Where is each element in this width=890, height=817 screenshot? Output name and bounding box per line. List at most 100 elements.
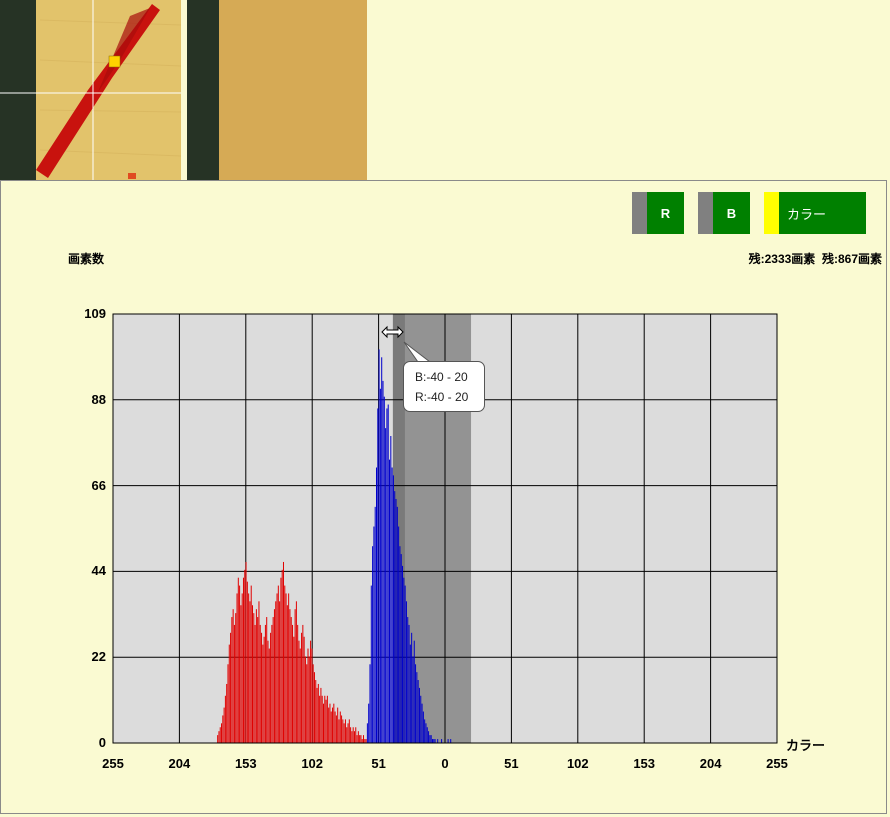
blue-histogram-bar — [426, 727, 428, 743]
red-histogram-bar — [282, 561, 284, 743]
blue-histogram-bar — [441, 739, 443, 743]
blue-histogram-bar — [402, 565, 404, 743]
red-histogram-bar — [280, 577, 282, 743]
red-histogram-bar — [297, 624, 299, 743]
x-tick-label: 51 — [504, 756, 519, 771]
red-histogram-bar — [363, 735, 365, 743]
red-histogram-bar — [333, 703, 335, 743]
red-histogram-bar — [261, 632, 263, 743]
x-tick-label: 153 — [633, 756, 656, 771]
y-tick-label: 44 — [91, 563, 106, 579]
blue-histogram-bar — [396, 506, 398, 743]
red-histogram-bar — [322, 703, 324, 743]
blue-histogram-bar — [421, 703, 423, 743]
blue-histogram-bar — [424, 719, 426, 743]
red-histogram-bar — [325, 699, 327, 743]
red-histogram-bar — [319, 695, 321, 743]
red-histogram-bar — [230, 632, 232, 743]
red-histogram-bar — [248, 593, 250, 743]
red-histogram-bar — [310, 640, 312, 743]
red-histogram-bar — [286, 605, 288, 743]
x-tick-label: 51 — [371, 756, 386, 771]
blue-histogram-bar — [403, 577, 405, 743]
red-histogram-bar — [344, 719, 346, 743]
red-histogram-bar — [223, 707, 225, 743]
red-histogram-bar — [355, 727, 357, 743]
blue-histogram-bar — [395, 498, 397, 743]
red-histogram-bar — [293, 636, 295, 743]
red-histogram-bar — [316, 687, 318, 743]
blue-histogram-bar — [433, 739, 435, 743]
red-histogram-bar — [244, 569, 246, 743]
red-histogram-bar — [324, 695, 326, 743]
red-histogram-bar — [321, 695, 323, 743]
red-histogram-bar — [361, 739, 363, 743]
red-histogram-bar — [263, 636, 265, 743]
blue-histogram-bar — [370, 585, 372, 743]
blue-histogram-bar — [374, 506, 376, 743]
red-histogram-bar — [295, 601, 297, 743]
red-histogram-bar — [218, 731, 220, 743]
red-histogram-bar — [253, 613, 255, 743]
x-tick-label: 255 — [102, 756, 124, 771]
red-histogram-bar — [217, 735, 219, 743]
red-histogram-bar — [240, 605, 242, 743]
y-tick-label: 22 — [91, 649, 106, 665]
red-histogram-bar — [270, 632, 272, 743]
blue-histogram-bar — [413, 640, 415, 743]
blue-histogram-bar — [390, 436, 392, 743]
red-histogram-bar — [348, 719, 350, 743]
red-histogram-bar — [285, 593, 287, 743]
red-histogram-bar — [350, 727, 352, 743]
red-histogram-bar — [268, 648, 270, 743]
red-histogram-bar — [328, 707, 330, 743]
blue-histogram-bar — [372, 546, 374, 743]
red-histogram-bar — [311, 648, 313, 743]
red-histogram-bar — [294, 609, 296, 743]
blue-histogram-bar — [385, 428, 387, 743]
red-histogram-bar — [259, 624, 261, 743]
blue-histogram-bar — [369, 664, 371, 743]
red-histogram-bar — [306, 664, 308, 743]
x-tick-label: 0 — [441, 756, 449, 771]
blue-histogram-bar — [408, 624, 410, 743]
blue-histogram-bar — [434, 739, 436, 743]
range-tooltip: B:-40 - 20 R:-40 - 20 — [403, 361, 485, 412]
x-tick-label: 102 — [566, 756, 589, 771]
blue-histogram-bar — [430, 735, 432, 743]
red-histogram-bar — [315, 680, 317, 743]
blue-histogram-bar — [404, 585, 406, 743]
red-histogram-bar — [338, 719, 340, 743]
y-tick-label: 109 — [84, 306, 106, 321]
x-tick-label: 204 — [168, 756, 191, 771]
red-histogram-bar — [304, 656, 306, 743]
red-histogram-bar — [241, 593, 243, 743]
red-histogram-bar — [335, 715, 337, 743]
red-histogram-bar — [292, 624, 294, 743]
red-histogram-bar — [330, 711, 332, 743]
red-histogram-bar — [313, 672, 315, 743]
red-histogram-bar — [326, 695, 328, 743]
blue-histogram-bar — [386, 408, 388, 743]
blue-histogram-bar — [398, 526, 400, 743]
red-histogram-bar — [266, 617, 268, 743]
red-histogram-bar — [308, 656, 310, 743]
red-histogram-bar — [221, 723, 223, 743]
red-histogram-bar — [228, 644, 230, 743]
blue-histogram-bar — [447, 739, 449, 743]
red-histogram-bar — [288, 593, 290, 743]
red-histogram-bar — [343, 723, 345, 743]
red-histogram-bar — [357, 731, 359, 743]
x-axis-label: カラー — [786, 738, 826, 753]
red-histogram-bar — [341, 715, 343, 743]
blue-histogram-bar — [405, 601, 407, 743]
blue-histogram-bar — [377, 408, 379, 743]
blue-histogram-bar — [409, 644, 411, 743]
blue-histogram-bar — [429, 735, 431, 743]
blue-histogram-bar — [411, 632, 413, 743]
red-histogram-bar — [302, 624, 304, 743]
blue-histogram-bar — [392, 475, 394, 743]
blue-histogram-bar — [387, 404, 389, 743]
red-histogram-bar — [353, 731, 355, 743]
blue-histogram-bar — [382, 380, 384, 743]
